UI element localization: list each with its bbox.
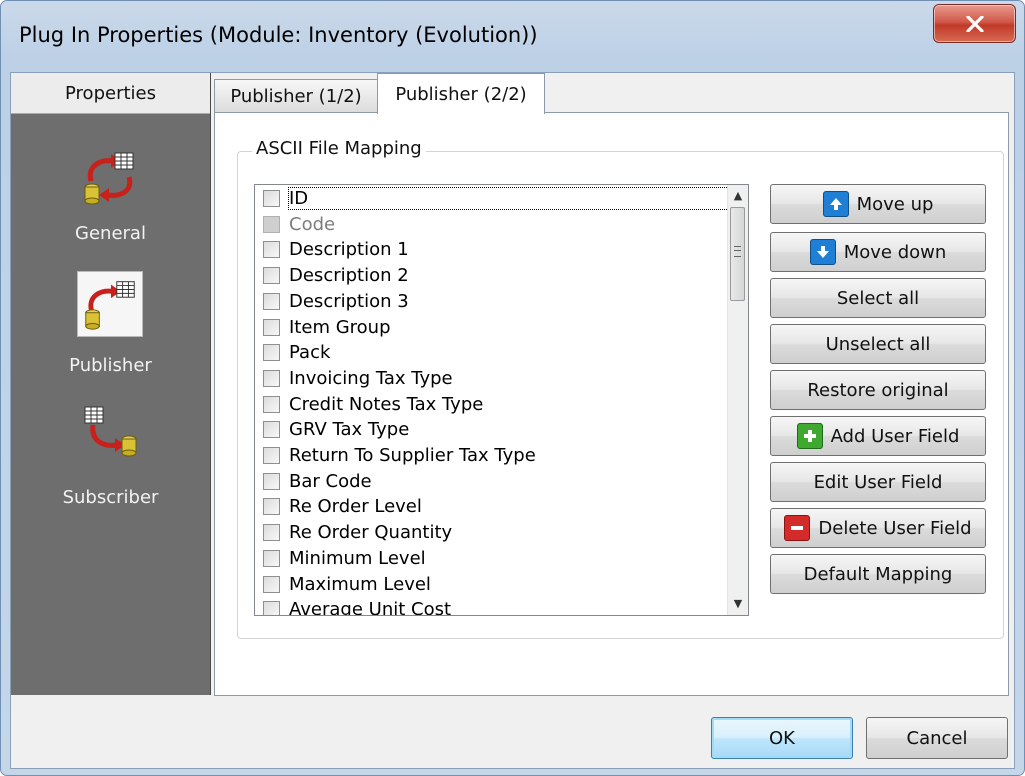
list-item[interactable]: Credit Notes Tax Type [263, 392, 483, 417]
add-icon [796, 423, 823, 449]
checkbox[interactable] [263, 344, 280, 361]
move-up-label: Move up [856, 193, 934, 215]
list-item-label: Average Unit Cost [289, 599, 452, 615]
list-item-label: Credit Notes Tax Type [289, 394, 484, 415]
checkbox[interactable] [263, 190, 280, 207]
vertical-scrollbar[interactable]: ▲ ▼ [727, 185, 748, 615]
ascii-file-mapping-group: ASCII File Mapping ID Code Description 1 De… [237, 138, 1004, 639]
scroll-thumb[interactable] [730, 207, 745, 301]
list-item-label: Bar Code [289, 471, 372, 492]
title-bar[interactable]: Plug In Properties (Module: Inventory (E… [1, 1, 1024, 77]
subscriber-icon[interactable] [77, 403, 143, 469]
list-item[interactable]: Bar Code [263, 469, 372, 494]
list-item: Code [263, 212, 335, 237]
move-up-button[interactable]: Move up [770, 184, 986, 224]
edit-user-field-button[interactable]: Edit User Field [770, 462, 986, 502]
tab-page-publisher-2: ASCII File Mapping ID Code Description 1 De… [214, 112, 1009, 696]
window-title: Plug In Properties (Module: Inventory (E… [19, 23, 538, 47]
list-item-label: Re Order Level [289, 496, 422, 517]
properties-header: Properties [11, 73, 210, 114]
list-items-container: ID Code Description 1 Description 2 Descript… [255, 185, 730, 615]
list-item[interactable]: Minimum Level [263, 546, 426, 571]
checkbox[interactable] [263, 550, 280, 567]
scroll-up-icon[interactable]: ▲ [728, 185, 748, 205]
list-item-label: Maximum Level [289, 574, 431, 595]
add-user-field-label: Add User Field [830, 425, 960, 447]
ok-button[interactable]: OK [711, 717, 853, 759]
list-item-label: Return To Supplier Tax Type [289, 445, 536, 466]
default-mapping-button[interactable]: Default Mapping [770, 554, 986, 594]
scroll-down-icon[interactable]: ▼ [728, 593, 748, 613]
delete-user-field-button[interactable]: Delete User Field [770, 508, 986, 548]
close-icon [965, 15, 984, 32]
list-item-label: ID [287, 187, 730, 210]
list-item-label: Item Group [289, 317, 391, 338]
sidebar-item-publisher[interactable]: Publisher [11, 355, 210, 376]
general-icon[interactable] [77, 145, 143, 211]
list-item[interactable]: Return To Supplier Tax Type [263, 443, 536, 468]
restore-original-button[interactable]: Restore original [770, 370, 986, 410]
list-item-label: GRV Tax Type [289, 419, 410, 440]
field-mapping-list[interactable]: ID Code Description 1 Description 2 Descript… [254, 184, 749, 616]
list-item[interactable]: Description 3 [263, 289, 409, 314]
checkbox[interactable] [263, 576, 280, 593]
list-item-label: Re Order Quantity [289, 522, 453, 543]
properties-sidebar: Properties General Publisher Subscriber [11, 73, 211, 695]
list-item[interactable]: Re Order Level [263, 494, 422, 519]
delete-icon [784, 515, 811, 541]
list-item-label: Description 3 [289, 291, 409, 312]
unselect-all-button[interactable]: Unselect all [770, 324, 986, 364]
move-down-label: Move down [843, 241, 947, 263]
list-item[interactable]: ID [263, 186, 730, 211]
publisher-icon[interactable] [77, 271, 143, 337]
move-down-button[interactable]: Move down [770, 232, 986, 272]
list-item[interactable]: Re Order Quantity [263, 520, 452, 545]
sidebar-item-subscriber[interactable]: Subscriber [11, 487, 210, 508]
sidebar-item-general[interactable]: General [11, 223, 210, 244]
checkbox [263, 216, 280, 233]
list-item[interactable]: Maximum Level [263, 572, 431, 597]
list-item[interactable]: GRV Tax Type [263, 417, 409, 442]
list-item[interactable]: Description 2 [263, 263, 409, 288]
list-item[interactable]: Invoicing Tax Type [263, 366, 453, 391]
dialog-window: Plug In Properties (Module: Inventory (E… [0, 0, 1025, 776]
checkbox[interactable] [263, 447, 280, 464]
checkbox[interactable] [263, 498, 280, 515]
group-label: ASCII File Mapping [252, 138, 426, 159]
list-item-label: Code [289, 214, 336, 235]
checkbox[interactable] [263, 396, 280, 413]
list-item-label: Invoicing Tax Type [289, 368, 453, 389]
delete-user-field-label: Delete User Field [818, 517, 972, 539]
select-all-button[interactable]: Select all [770, 278, 986, 318]
list-item-label: Minimum Level [289, 548, 426, 569]
checkbox[interactable] [263, 241, 280, 258]
dialog-client-area: Properties General Publisher Subscriber … [10, 72, 1015, 769]
grip-icon [734, 246, 741, 257]
list-item[interactable]: Description 1 [263, 237, 409, 262]
close-button[interactable] [933, 4, 1016, 43]
cancel-button[interactable]: Cancel [866, 717, 1008, 759]
list-item[interactable]: Average Unit Cost [263, 597, 451, 615]
checkbox[interactable] [263, 601, 280, 615]
checkbox[interactable] [263, 293, 280, 310]
list-item[interactable]: Pack [263, 340, 330, 365]
list-item-label: Description 1 [289, 239, 409, 260]
checkbox[interactable] [263, 370, 280, 387]
checkbox[interactable] [263, 524, 280, 541]
add-user-field-button[interactable]: Add User Field [770, 416, 986, 456]
list-item-label: Pack [289, 342, 331, 363]
arrow-down-icon [809, 239, 836, 265]
checkbox[interactable] [263, 319, 280, 336]
checkbox[interactable] [263, 473, 280, 490]
tab-publisher-2[interactable]: Publisher (2/2) [377, 73, 545, 114]
tab-publisher-1[interactable]: Publisher (1/2) [214, 79, 378, 113]
checkbox[interactable] [263, 267, 280, 284]
list-item[interactable]: Item Group [263, 315, 391, 340]
arrow-up-icon [822, 191, 849, 217]
checkbox[interactable] [263, 421, 280, 438]
list-item-label: Description 2 [289, 265, 409, 286]
